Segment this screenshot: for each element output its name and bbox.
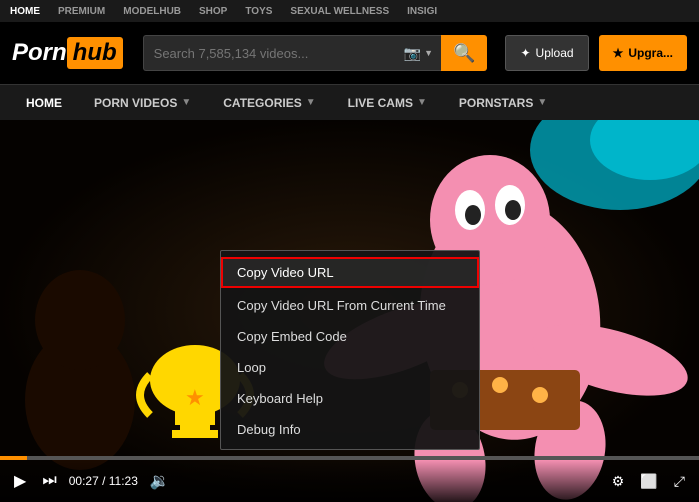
chevron-down-icon: ▼ (181, 97, 191, 108)
star-icon: ★ (613, 46, 624, 60)
camera-icon: 📷 (404, 45, 421, 62)
volume-icon: 🔉 (150, 473, 170, 490)
settings-icon: ⚙ (612, 473, 625, 489)
time-separator: / (102, 474, 109, 488)
context-menu-copy-url-time[interactable]: Copy Video URL From Current Time (221, 290, 479, 321)
topnav-home[interactable]: HOME (10, 6, 40, 17)
upgrade-label: Upgra... (628, 46, 673, 60)
chevron-down-icon: ▼ (306, 97, 316, 108)
camera-search-button[interactable]: 📷 ▼ (396, 35, 441, 71)
nav-pornstars-label: PORNSTARS (459, 96, 533, 110)
skip-button[interactable]: ⏭ (38, 472, 60, 490)
volume-button[interactable]: 🔉 (146, 471, 174, 491)
upload-label: Upload (536, 46, 574, 60)
top-navigation: HOME PREMIUM MODELHUB SHOP TOYS SEXUAL W… (0, 0, 699, 22)
topnav-sexual-wellness[interactable]: SEXUAL WELLNESS (290, 6, 389, 17)
theater-mode-button[interactable]: ⬜ (636, 473, 661, 490)
context-menu-loop[interactable]: Loop (221, 352, 479, 383)
upgrade-button[interactable]: ★ Upgra... (599, 35, 687, 71)
fullscreen-button[interactable]: ⤢ (670, 473, 689, 490)
current-time: 00:27 (69, 474, 99, 488)
settings-button[interactable]: ⚙ (608, 473, 629, 490)
context-menu: Copy Video URL Copy Video URL From Curre… (220, 250, 480, 450)
nav-home-label: HOME (26, 96, 62, 110)
svg-text:★: ★ (185, 385, 205, 410)
secondary-navigation: HOME PORN VIDEOS ▼ CATEGORIES ▼ LIVE CAM… (0, 84, 699, 120)
video-controls: ▶ ⏭ 00:27 / 11:23 🔉 ⚙ ⬜ ⤢ (0, 460, 699, 502)
upload-icon: ✦ (520, 46, 530, 60)
play-icon: ▶ (14, 473, 26, 490)
play-button[interactable]: ▶ (10, 471, 30, 491)
logo-porn-text: Porn (12, 39, 67, 67)
video-background: ★ Copy Video URL Copy Video URL From Cur… (0, 120, 699, 502)
context-menu-copy-url[interactable]: Copy Video URL (221, 257, 479, 288)
site-header: Porn hub 📷 ▼ 🔍 ✦ Upload ★ Upgra... (0, 22, 699, 84)
topnav-insights[interactable]: INSIGI (407, 6, 437, 17)
time-display: 00:27 / 11:23 (69, 474, 138, 488)
skip-icon: ⏭ (42, 472, 56, 489)
logo-hub-text: hub (67, 37, 123, 69)
nav-porn-videos-label: PORN VIDEOS (94, 96, 177, 110)
upload-button[interactable]: ✦ Upload (505, 35, 588, 71)
search-bar: 📷 ▼ 🔍 (143, 35, 488, 71)
nav-live-cams[interactable]: LIVE CAMS ▼ (332, 85, 443, 121)
chevron-down-icon: ▼ (417, 97, 427, 108)
theater-icon: ⬜ (640, 473, 657, 489)
context-menu-keyboard-help[interactable]: Keyboard Help (221, 383, 479, 414)
search-icon: 🔍 (453, 43, 475, 63)
topnav-shop[interactable]: SHOP (199, 6, 227, 17)
topnav-toys[interactable]: TOYS (245, 6, 272, 17)
nav-categories[interactable]: CATEGORIES ▼ (207, 85, 331, 121)
topnav-modelhub[interactable]: MODELHUB (123, 6, 181, 17)
topnav-premium[interactable]: PREMIUM (58, 6, 105, 17)
camera-dropdown-icon: ▼ (424, 48, 433, 58)
search-button[interactable]: 🔍 (441, 35, 487, 71)
nav-pornstars[interactable]: PORNSTARS ▼ (443, 85, 563, 121)
fullscreen-icon: ⤢ (674, 473, 685, 489)
search-input[interactable] (143, 35, 396, 71)
nav-live-cams-label: LIVE CAMS (348, 96, 413, 110)
site-logo[interactable]: Porn hub (12, 37, 123, 69)
nav-home[interactable]: HOME (10, 85, 78, 121)
video-container[interactable]: ★ Copy Video URL Copy Video URL From Cur… (0, 120, 699, 502)
total-time: 11:23 (109, 474, 138, 488)
nav-porn-videos[interactable]: PORN VIDEOS ▼ (78, 85, 207, 121)
chevron-down-icon: ▼ (537, 97, 547, 108)
context-menu-debug-info[interactable]: Debug Info (221, 414, 479, 445)
nav-categories-label: CATEGORIES (223, 96, 301, 110)
context-menu-copy-embed[interactable]: Copy Embed Code (221, 321, 479, 352)
